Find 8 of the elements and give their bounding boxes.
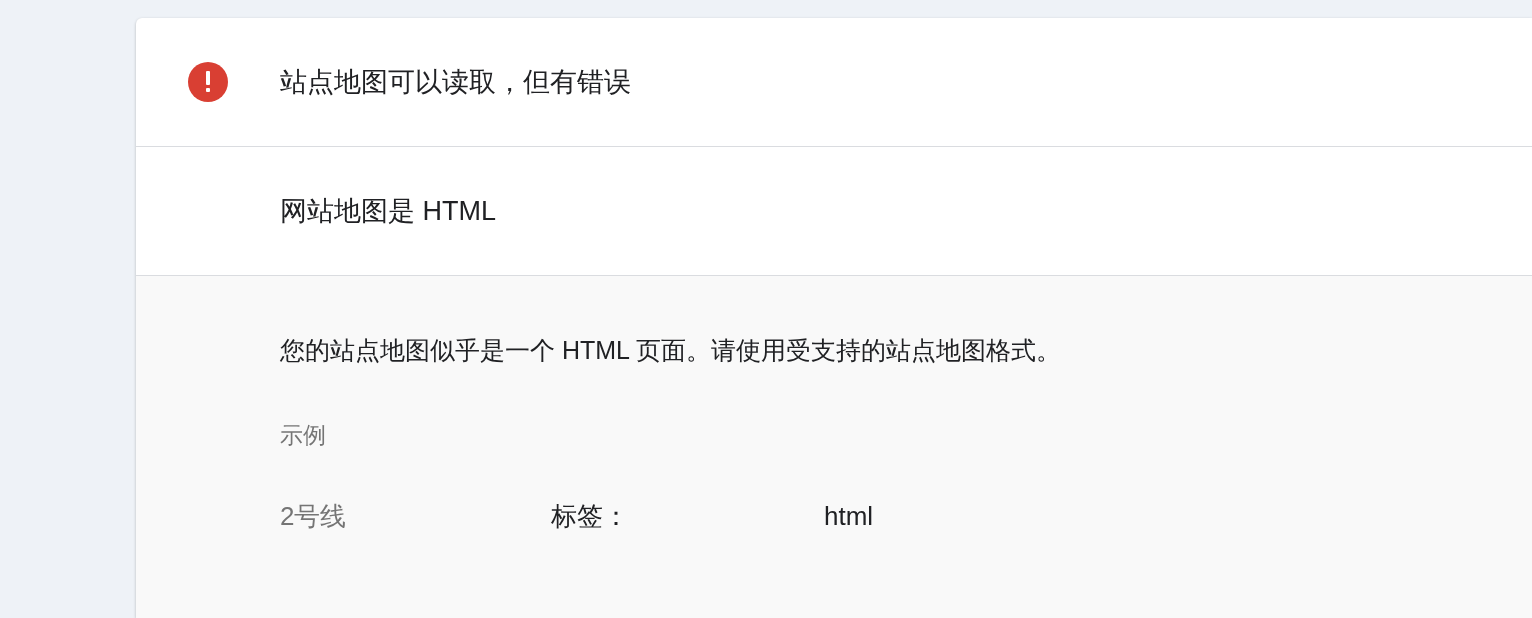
tag-label: 标签： (551, 500, 630, 533)
tag-value: html (824, 500, 874, 533)
line-number: 2号线 (280, 500, 348, 533)
status-title: 站点地图可以读取，但有错误 (280, 65, 631, 99)
error-icon (188, 62, 228, 102)
examples-label: 示例 (280, 421, 327, 450)
issue-title: 网站地图是 HTML (280, 194, 496, 228)
issue-description: 您的站点地图似乎是一个 HTML 页面。请使用受支持的站点地图格式。 (280, 335, 1063, 366)
